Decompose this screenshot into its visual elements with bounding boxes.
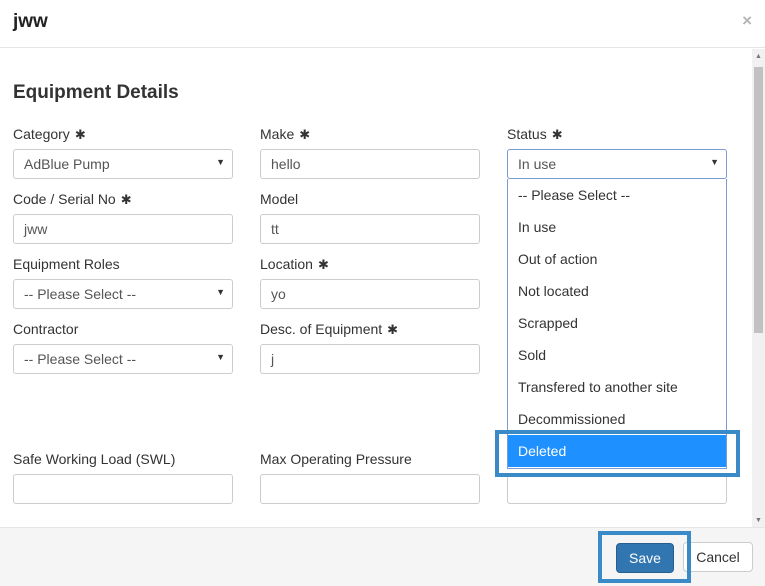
modal-header: jww × (0, 0, 765, 48)
contractor-label: Contractor (13, 321, 79, 337)
required-icon: ✱ (299, 127, 311, 142)
status-option[interactable]: Sold (508, 339, 726, 371)
required-icon: ✱ (120, 192, 132, 207)
max-pressure-label: Max Operating Pressure (260, 451, 412, 467)
category-label-text: Category (13, 126, 70, 142)
code-label: Code / Serial No ✱ (13, 191, 132, 208)
category-value: AdBlue Pump (24, 156, 110, 172)
status-select[interactable]: In use ▼ (507, 149, 727, 179)
status-option[interactable]: -- Please Select -- (508, 179, 726, 211)
desc-input[interactable]: j (260, 344, 480, 374)
equipment-roles-select[interactable]: -- Please Select -- ▼ (13, 279, 233, 309)
model-label: Model (260, 191, 299, 207)
status-value: In use (518, 156, 557, 172)
desc-value: j (271, 351, 275, 367)
scroll-up-icon[interactable]: ▲ (755, 53, 762, 60)
swl-input[interactable] (13, 474, 233, 504)
status-option[interactable]: Transfered to another site (508, 371, 726, 403)
equipment-roles-value: -- Please Select -- (24, 286, 137, 302)
location-value: yo (271, 286, 286, 302)
required-icon: ✱ (551, 127, 563, 142)
required-icon: ✱ (387, 322, 399, 337)
scroll-thumb[interactable] (754, 67, 763, 333)
scrollbar[interactable]: ▲ ▼ (752, 49, 765, 527)
chevron-down-icon: ▼ (710, 157, 719, 167)
code-serial-input[interactable]: jww (13, 214, 233, 244)
required-icon: ✱ (317, 257, 329, 272)
desc-label: Desc. of Equipment ✱ (260, 321, 398, 338)
make-label: Make ✱ (260, 126, 310, 143)
model-input[interactable]: tt (260, 214, 480, 244)
save-highlight-frame (598, 531, 691, 583)
max-pressure-input[interactable] (260, 474, 480, 504)
status-label: Status ✱ (507, 126, 563, 143)
location-label-text: Location (260, 256, 313, 272)
chevron-down-icon: ▼ (216, 287, 225, 297)
equipment-roles-label: Equipment Roles (13, 256, 120, 272)
chevron-down-icon: ▼ (216, 352, 225, 362)
chevron-down-icon: ▼ (216, 157, 225, 167)
status-option[interactable]: Not located (508, 275, 726, 307)
contractor-value: -- Please Select -- (24, 351, 137, 367)
make-value: hello (271, 156, 301, 172)
code-label-text: Code / Serial No (13, 191, 116, 207)
desc-label-text: Desc. of Equipment (260, 321, 383, 337)
modal-title: jww (13, 11, 48, 32)
required-icon: ✱ (74, 127, 86, 142)
status-option[interactable]: Out of action (508, 243, 726, 275)
category-label: Category ✱ (13, 126, 86, 143)
swl-label: Safe Working Load (SWL) (13, 451, 176, 467)
category-select[interactable]: AdBlue Pump ▼ (13, 149, 233, 179)
third-column-input[interactable] (507, 474, 727, 504)
model-value: tt (271, 221, 279, 237)
location-input[interactable]: yo (260, 279, 480, 309)
section-title: Equipment Details (13, 82, 179, 103)
close-icon[interactable]: × (742, 11, 752, 31)
contractor-select[interactable]: -- Please Select -- ▼ (13, 344, 233, 374)
deleted-highlight-frame (495, 430, 740, 477)
status-label-text: Status (507, 126, 547, 142)
location-label: Location ✱ (260, 256, 329, 273)
cancel-button[interactable]: Cancel (683, 542, 753, 572)
status-option[interactable]: In use (508, 211, 726, 243)
make-label-text: Make (260, 126, 295, 142)
status-option[interactable]: Scrapped (508, 307, 726, 339)
make-input[interactable]: hello (260, 149, 480, 179)
status-dropdown-list: -- Please Select -- In use Out of action… (507, 179, 727, 469)
code-value: jww (24, 221, 48, 237)
scroll-down-icon[interactable]: ▼ (755, 517, 762, 524)
